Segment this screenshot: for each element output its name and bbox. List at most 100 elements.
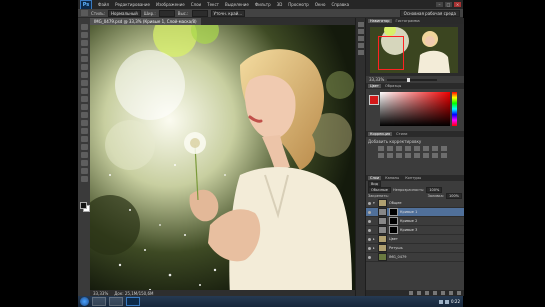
character-icon[interactable] (358, 43, 364, 48)
tab-styles[interactable]: Стили (394, 132, 409, 136)
quick-select-tool-icon[interactable] (80, 48, 88, 54)
menu-type[interactable]: Текст (204, 2, 222, 7)
color-balance-icon[interactable] (432, 146, 438, 151)
minimize-icon[interactable]: – (436, 2, 443, 7)
refine-edge-button[interactable]: Уточн. край... (210, 9, 246, 17)
visibility-eye-icon[interactable] (368, 255, 371, 259)
menu-file[interactable]: Файл (95, 2, 112, 7)
layer-row[interactable]: Кривые 3 (366, 226, 464, 235)
tab-paths[interactable]: Контуры (403, 176, 423, 180)
actions-icon[interactable] (358, 29, 364, 34)
taskbar-photoshop-icon[interactable] (126, 297, 140, 306)
layer-row[interactable]: Кривые 2 (366, 217, 464, 226)
brightness-icon[interactable] (378, 146, 384, 151)
taskbar-media-icon[interactable] (109, 297, 123, 306)
hand-tool-icon[interactable] (80, 168, 88, 174)
tab-channels[interactable]: Каналы (383, 176, 401, 180)
crop-tool-icon[interactable] (80, 56, 88, 62)
posterize-icon[interactable] (414, 153, 420, 158)
style-select[interactable]: Нормальный (107, 9, 141, 17)
brush-panel-icon[interactable] (358, 36, 364, 41)
navigator-view-box[interactable] (378, 36, 404, 70)
menu-view[interactable]: Просмотр (285, 2, 312, 7)
tab-histogram[interactable]: Гистограмма (394, 19, 422, 23)
color-panel-foreground-swatch[interactable] (369, 95, 379, 105)
marquee-tool-icon[interactable] (80, 32, 88, 38)
tab-swatches[interactable]: Образцы (383, 84, 403, 88)
gradient-tool-icon[interactable] (80, 112, 88, 118)
history-brush-tool-icon[interactable] (80, 96, 88, 102)
selective-color-icon[interactable] (441, 153, 447, 158)
trash-icon[interactable] (457, 291, 461, 295)
tab-layers[interactable]: Слои (368, 176, 382, 180)
height-field[interactable] (191, 9, 208, 17)
visibility-eye-icon[interactable] (368, 246, 371, 250)
pen-tool-icon[interactable] (80, 136, 88, 142)
foreground-color-swatch[interactable] (80, 202, 87, 209)
layer-mask-thumbnail[interactable] (389, 217, 398, 225)
tab-color[interactable]: Цвет (368, 84, 381, 88)
width-field[interactable] (158, 9, 175, 17)
chevron-right-icon[interactable]: ▸ (373, 246, 376, 250)
layer-row[interactable]: IMG_0479 (366, 253, 464, 262)
invert-icon[interactable] (405, 153, 411, 158)
zoom-readout[interactable]: 33,33% (93, 291, 108, 296)
move-tool-icon[interactable] (80, 24, 88, 30)
fx-icon[interactable] (417, 291, 421, 295)
opacity-field[interactable]: 100% (426, 187, 443, 193)
maximize-icon[interactable]: □ (445, 2, 452, 7)
healing-brush-tool-icon[interactable] (80, 72, 88, 78)
menu-help[interactable]: Справка (328, 2, 352, 7)
dodge-tool-icon[interactable] (80, 128, 88, 134)
tab-navigator[interactable]: Навигатор (368, 19, 392, 23)
layer-row[interactable]: ▸ Цвет (366, 235, 464, 244)
canvas[interactable] (90, 25, 355, 296)
hue-slider[interactable] (452, 92, 457, 126)
navigator-zoom-value[interactable]: 33,33% (369, 77, 384, 82)
zoom-tool-icon[interactable] (80, 176, 88, 182)
clone-stamp-tool-icon[interactable] (80, 88, 88, 94)
layer-mask-thumbnail[interactable] (389, 226, 398, 234)
curves-icon[interactable] (396, 146, 402, 151)
path-select-tool-icon[interactable] (80, 152, 88, 158)
black-white-icon[interactable] (441, 146, 447, 151)
history-icon[interactable] (358, 22, 364, 27)
menu-select[interactable]: Выделение (222, 2, 252, 7)
menu-filter[interactable]: Фильтр (252, 2, 274, 7)
tab-adjustments[interactable]: Коррекция (368, 132, 393, 136)
visibility-eye-icon[interactable] (368, 201, 371, 205)
exposure-icon[interactable] (405, 146, 411, 151)
color-lookup-icon[interactable] (396, 153, 402, 158)
blur-tool-icon[interactable] (80, 120, 88, 126)
new-layer-icon[interactable] (449, 291, 453, 295)
marquee-tool-icon[interactable] (81, 10, 88, 16)
add-mask-icon[interactable] (425, 291, 429, 295)
visibility-eye-icon[interactable] (368, 210, 371, 214)
eraser-tool-icon[interactable] (80, 104, 88, 110)
visibility-eye-icon[interactable] (368, 237, 371, 241)
volume-icon[interactable] (445, 299, 450, 304)
color-picker-field[interactable] (380, 92, 450, 126)
clock[interactable]: 0:22 (451, 299, 460, 304)
workspace-select[interactable]: Основная рабочая среда (399, 9, 460, 17)
menu-layers[interactable]: Слои (188, 2, 204, 7)
brush-tool-icon[interactable] (80, 80, 88, 86)
zoom-slider-knob[interactable] (407, 77, 411, 82)
paragraph-icon[interactable] (358, 50, 364, 55)
fill-field[interactable]: 100% (445, 193, 462, 199)
link-icon[interactable] (409, 291, 413, 295)
shape-tool-icon[interactable] (80, 160, 88, 166)
navigator-zoom-slider[interactable] (387, 77, 438, 82)
visibility-eye-icon[interactable] (368, 228, 371, 232)
layer-row[interactable]: ▸ Ретушь (366, 244, 464, 253)
network-icon[interactable] (439, 299, 444, 304)
new-group-icon[interactable] (441, 291, 445, 295)
levels-icon[interactable] (387, 146, 393, 151)
photo-filter-icon[interactable] (378, 153, 384, 158)
layer-mask-thumbnail[interactable] (389, 208, 398, 216)
menu-window[interactable]: Окно (312, 2, 329, 7)
visibility-eye-icon[interactable] (368, 219, 371, 223)
menu-3d[interactable]: 3D (274, 2, 286, 7)
vibrance-icon[interactable] (414, 146, 420, 151)
menu-image[interactable]: Изображение (153, 2, 188, 7)
